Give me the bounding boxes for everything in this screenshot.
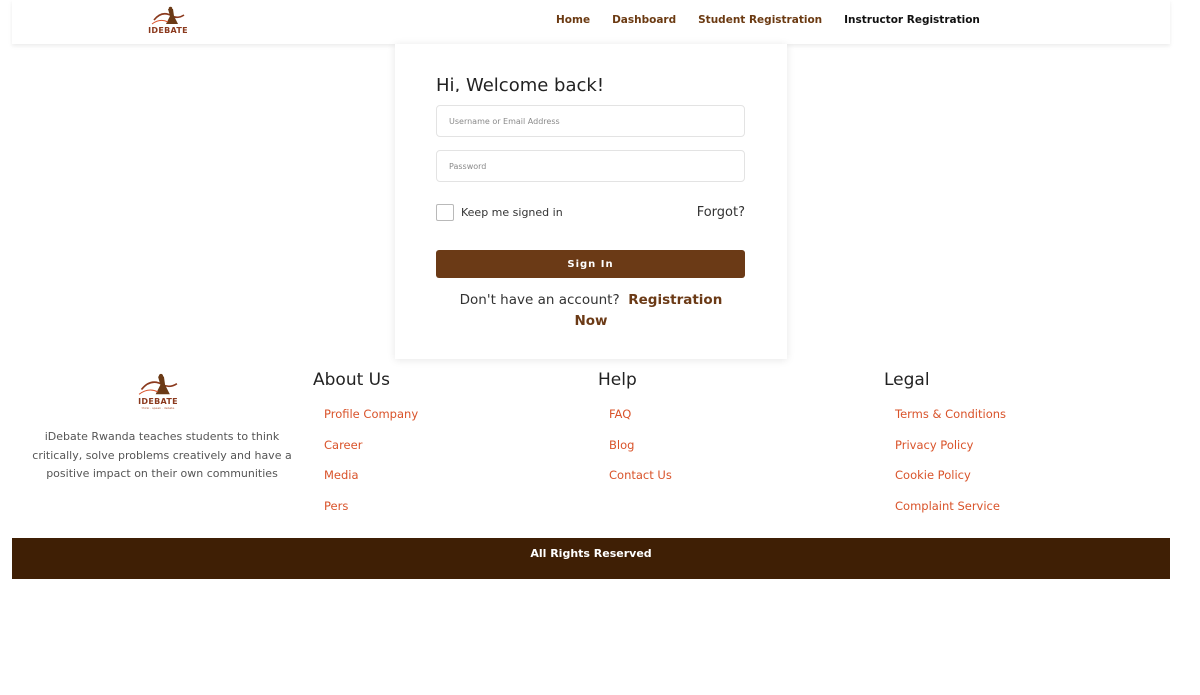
footer-link-profile-company[interactable]: Profile Company bbox=[324, 407, 418, 438]
copyright-text: All Rights Reserved bbox=[530, 547, 652, 560]
idebate-logo[interactable]: IDEBATE bbox=[148, 6, 188, 35]
footer-link-terms[interactable]: Terms & Conditions bbox=[895, 407, 1006, 438]
remember-checkbox[interactable] bbox=[436, 204, 454, 221]
footer-link-blog[interactable]: Blog bbox=[609, 438, 672, 469]
footer-link-cookie-policy[interactable]: Cookie Policy bbox=[895, 468, 1006, 499]
footer-link-contact-us[interactable]: Contact Us bbox=[609, 468, 672, 499]
login-card: Hi, Welcome back! Keep me signed in Forg… bbox=[395, 44, 787, 359]
footer-link-privacy-policy[interactable]: Privacy Policy bbox=[895, 438, 1006, 469]
footer-column-title: About Us bbox=[313, 370, 390, 390]
footer-link-faq[interactable]: FAQ bbox=[609, 407, 672, 438]
no-account-text: Don't have an account? bbox=[459, 292, 620, 308]
remember-label[interactable]: Keep me signed in bbox=[461, 206, 563, 219]
nav-dashboard[interactable]: Dashboard bbox=[612, 14, 676, 26]
footer-column-help: Help FAQ Blog Contact Us bbox=[598, 370, 672, 499]
footer-column-legal: Legal Terms & Conditions Privacy Policy … bbox=[884, 370, 1006, 529]
footer-column-about: About Us Profile Company Career Media Pe… bbox=[313, 370, 418, 529]
sign-in-button[interactable]: Sign In bbox=[436, 250, 745, 278]
username-input[interactable] bbox=[436, 105, 745, 137]
no-account-prompt: Don't have an account? Registration Now bbox=[445, 290, 737, 332]
footer-logo-tagline: think · speak · debate bbox=[141, 406, 175, 410]
footer-logo[interactable]: IDEBATE think · speak · debate bbox=[131, 373, 185, 410]
footer-link-complaint-service[interactable]: Complaint Service bbox=[895, 499, 1006, 530]
nav-instructor-registration[interactable]: Instructor Registration bbox=[844, 14, 980, 26]
nav-student-registration[interactable]: Student Registration bbox=[698, 14, 822, 26]
footer-link-pers[interactable]: Pers bbox=[324, 499, 418, 530]
footer-logo-text: IDEBATE bbox=[138, 397, 178, 406]
password-input[interactable] bbox=[436, 150, 745, 182]
footer-column-title: Help bbox=[598, 370, 637, 390]
footer-column-title: Legal bbox=[884, 370, 930, 390]
remember-me: Keep me signed in bbox=[436, 204, 563, 221]
footer-link-media[interactable]: Media bbox=[324, 468, 418, 499]
login-title: Hi, Welcome back! bbox=[436, 75, 605, 92]
idebate-logo-icon bbox=[151, 6, 185, 25]
footer-link-career[interactable]: Career bbox=[324, 438, 418, 469]
logo-text: IDEBATE bbox=[148, 26, 188, 35]
copyright-bar: All Rights Reserved bbox=[12, 538, 1170, 579]
footer-about-text: iDebate Rwanda teaches students to think… bbox=[32, 430, 292, 480]
forgot-password-link[interactable]: Forgot? bbox=[697, 205, 745, 220]
nav-links: Home Dashboard Student Registration Inst… bbox=[556, 14, 1002, 26]
top-navbar: IDEBATE Home Dashboard Student Registrat… bbox=[12, 0, 1170, 44]
nav-home[interactable]: Home bbox=[556, 14, 590, 26]
idebate-logo-icon bbox=[138, 373, 178, 395]
